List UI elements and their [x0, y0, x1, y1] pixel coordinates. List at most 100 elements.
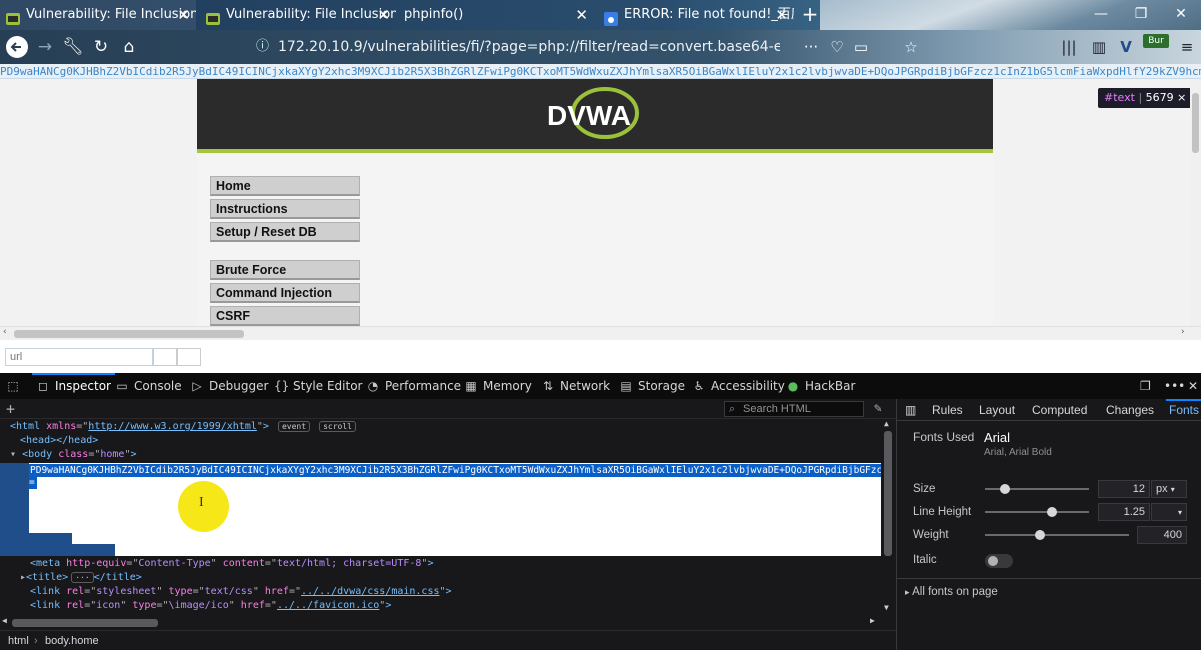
menu-icon[interactable]: ≡ [1176, 30, 1198, 64]
close-tab-icon[interactable]: ✕ [177, 0, 190, 30]
home-button[interactable]: ⌂ [114, 30, 144, 64]
node-meta[interactable]: <meta http-equiv="Content-Type" content=… [30, 557, 433, 571]
new-tab-button[interactable]: + [798, 0, 822, 30]
minimize-icon[interactable]: — [1081, 0, 1121, 30]
tab-error-baidu[interactable]: ERROR: File not found!_百度 ✕ [598, 0, 794, 30]
page-horizontal-scrollbar[interactable]: ‹ › [0, 326, 1201, 340]
tab-style-editor[interactable]: {} Style Editor [274, 373, 362, 399]
line-height-slider[interactable] [985, 511, 1089, 513]
tab-hackbar[interactable]: ● HackBar [786, 373, 856, 399]
weight-slider-handle[interactable] [1034, 530, 1045, 540]
tab-file-inclusion-2[interactable]: Vulnerability: File Inclusion :: ✕ [200, 0, 396, 30]
reload-button[interactable]: ↻ [86, 30, 116, 64]
tab-fonts[interactable]: Fonts [1165, 399, 1201, 421]
tab-rules[interactable]: Rules [932, 399, 963, 421]
node-link-icon[interactable]: <link rel="icon" type="\image/ico" href=… [30, 599, 391, 613]
markup-vertical-scrollbar[interactable]: ▲ ▼ [881, 419, 896, 617]
node-title[interactable]: ▸<title> ··· </title> [20, 571, 142, 585]
address-bar[interactable]: ⓘ 172.20.10.9/vulnerabilities/fi/?page=p… [250, 34, 780, 60]
selected-text-tail: = [29, 477, 37, 489]
event-badge[interactable]: event [277, 420, 311, 432]
tab-memory[interactable]: ▦ Memory [464, 373, 531, 399]
hackbar-url-input[interactable] [5, 348, 153, 366]
wrench-icon[interactable]: 🔧︎ [58, 30, 88, 64]
close-tab-icon[interactable]: ✕ [775, 0, 788, 30]
node-html[interactable]: <html xmlns="http://www.w3.org/1999/xhtm… [10, 420, 356, 434]
weight-slider[interactable] [985, 534, 1129, 536]
close-tab-icon[interactable]: ✕ [575, 0, 588, 30]
all-fonts-toggle[interactable]: ▸ All fonts on page [905, 586, 998, 598]
menu-item-brute-force[interactable]: Brute Force [210, 260, 360, 280]
expand-arrow-icon[interactable]: ▾ [10, 449, 16, 460]
tab-debugger[interactable]: ▷ Debugger [190, 373, 268, 399]
forward-button[interactable]: → [30, 30, 60, 64]
selected-text-node[interactable]: PD9waHANCg0KJHBhZ2VbICdib2R5JyBdIC49ICIN… [29, 463, 881, 556]
sidebar-icon[interactable]: ▥ [1088, 30, 1110, 64]
tab-changes[interactable]: Changes [1106, 399, 1154, 421]
page-vertical-scrollbar[interactable] [1190, 79, 1201, 326]
scroll-badge[interactable]: scroll [319, 420, 356, 432]
devtools-menu-icon[interactable]: ••• [1164, 373, 1185, 399]
tab-performance[interactable]: ◔ Performance [366, 373, 461, 399]
menu-item-setup-reset-db[interactable]: Setup / Reset DB [210, 222, 360, 242]
markup-horizontal-scrollbar[interactable]: ◀ ▶ [0, 615, 896, 630]
memory-icon: ▦ [465, 379, 477, 393]
tab-layout[interactable]: Layout [979, 399, 1015, 421]
size-slider-handle[interactable] [999, 484, 1010, 494]
scroll-left-icon[interactable]: ‹ [3, 327, 7, 337]
scroll-right-icon[interactable]: › [1181, 327, 1185, 337]
bookmark-star-icon[interactable]: ☆ [900, 30, 922, 64]
line-height-label: Line Height [913, 506, 972, 518]
add-node-icon[interactable]: + [6, 399, 15, 419]
burp-extension-badge[interactable]: Bur [1143, 34, 1169, 48]
menu-item-command-injection[interactable]: Command Injection [210, 283, 360, 303]
element-picker-icon[interactable]: ⬚ [6, 373, 25, 399]
weight-value-input[interactable]: 400 [1137, 526, 1187, 544]
text-cursor-icon: I [199, 495, 204, 510]
restore-icon[interactable]: ❐ [1121, 0, 1161, 30]
menu-item-instructions[interactable]: Instructions [210, 199, 360, 219]
collapsed-content-badge[interactable]: ··· [71, 571, 94, 583]
tab-console[interactable]: ▭ Console [115, 373, 181, 399]
dvwa-body: Home Instructions Setup / Reset DB Brute… [197, 153, 993, 326]
line-height-slider-handle[interactable] [1046, 507, 1057, 517]
breadcrumb-html[interactable]: html [8, 631, 29, 651]
tab-accessibility[interactable]: ♿︎ Accessibility [692, 373, 785, 399]
size-unit-select[interactable]: px ▾ [1151, 480, 1187, 498]
eyedropper-icon[interactable]: ✎ [874, 399, 882, 419]
size-value-input[interactable]: 12 [1098, 480, 1150, 498]
menu-item-home[interactable]: Home [210, 176, 360, 196]
line-height-unit-select[interactable]: ▾ [1151, 503, 1187, 521]
close-window-icon[interactable]: ✕ [1161, 0, 1201, 30]
tab-network[interactable]: ⇅ Network [541, 373, 610, 399]
base64-output-text: PD9waHANCg0KJHBhZ2VbICdib2R5JyBdIC49ICIN… [0, 64, 1201, 79]
tab-file-inclusion-1[interactable]: Vulnerability: File Inclusion :: ✕ [0, 0, 196, 30]
hackbar-action-button[interactable] [177, 348, 201, 366]
dvwa-logo: DVWA [545, 85, 645, 143]
tab-computed[interactable]: Computed [1032, 399, 1087, 421]
node-head[interactable]: <head></head> [20, 434, 98, 448]
tab-phpinfo[interactable]: phpinfo() ✕ [398, 0, 594, 30]
italic-toggle[interactable] [985, 554, 1013, 568]
screenshot-icon[interactable]: ▭ [850, 30, 872, 64]
info-icon[interactable]: ⓘ [256, 34, 269, 60]
dock-side-icon[interactable]: ❐ [1140, 373, 1151, 399]
library-icon[interactable]: ||| [1058, 30, 1080, 64]
toggle-3pane-icon[interactable]: ▥ [905, 399, 916, 421]
page-actions-icon[interactable]: ··· [800, 30, 822, 64]
breadcrumb-body-home[interactable]: body.home [45, 631, 99, 651]
vpn-icon[interactable]: V [1115, 30, 1137, 64]
tab-storage[interactable]: ▤ Storage [619, 373, 685, 399]
menu-item-csrf[interactable]: CSRF [210, 306, 360, 326]
line-height-value-input[interactable]: 1.25 [1098, 503, 1150, 521]
back-button[interactable] [2, 30, 32, 64]
tab-inspector[interactable]: ◻ Inspector [32, 373, 115, 399]
node-body[interactable]: ▾ <body class="home"> [10, 448, 137, 462]
close-devtools-icon[interactable]: ✕ [1188, 373, 1198, 399]
network-icon: ⇅ [542, 379, 554, 393]
close-tab-icon[interactable]: ✕ [377, 0, 390, 30]
hackbar-action-button[interactable] [153, 348, 177, 366]
search-html-input[interactable]: ⌕ Search HTML [724, 401, 864, 417]
pocket-icon[interactable]: ♡ [826, 30, 848, 64]
node-link-stylesheet[interactable]: <link rel="stylesheet" type="text/css" h… [30, 585, 452, 599]
